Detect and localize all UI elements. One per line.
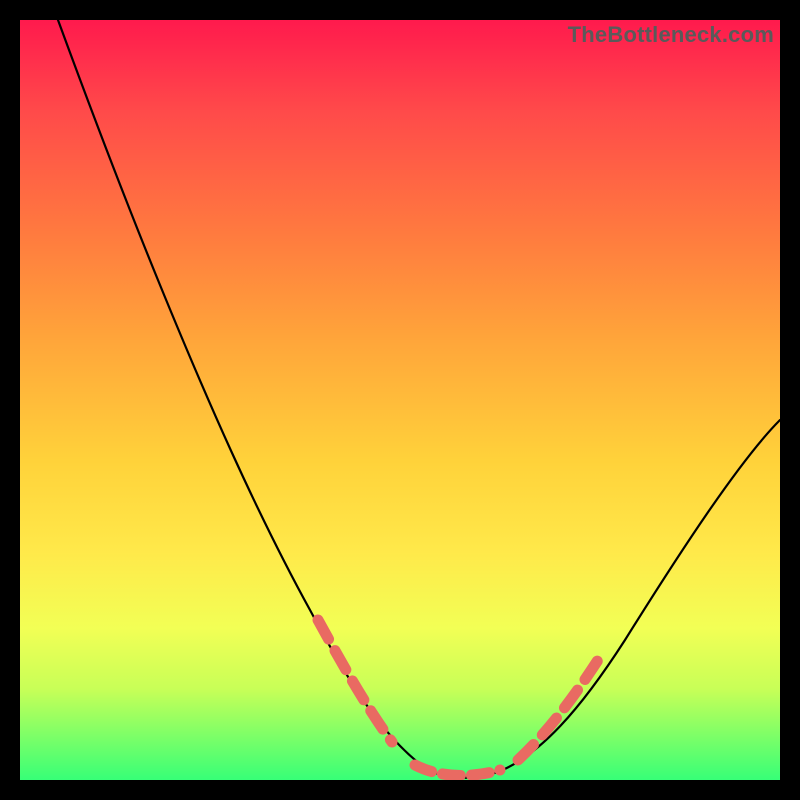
right-ascent-dash — [518, 660, 598, 760]
valley-floor-dash — [415, 765, 500, 775]
curve-svg — [20, 20, 780, 780]
gradient-plot-area: TheBottleneck.com — [20, 20, 780, 780]
bottleneck-curve — [58, 20, 780, 778]
chart-frame: TheBottleneck.com — [0, 0, 800, 800]
left-descent-dash — [318, 620, 392, 742]
